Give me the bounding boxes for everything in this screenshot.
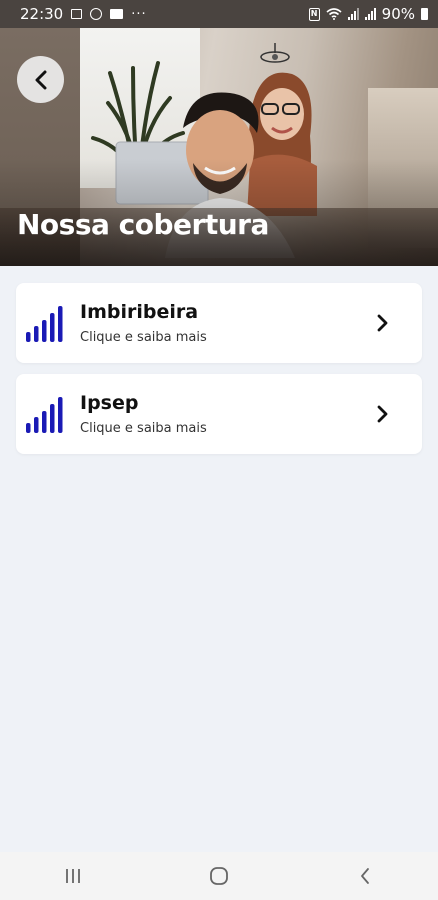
chevron-right-icon bbox=[377, 314, 388, 332]
coverage-item-subtitle: Clique e saiba mais bbox=[80, 330, 207, 345]
signal-icon bbox=[347, 8, 359, 20]
system-nav-bar bbox=[0, 852, 438, 900]
status-left: 22:30 ··· bbox=[20, 5, 147, 23]
recent-apps-icon bbox=[66, 869, 80, 883]
gallery-icon bbox=[71, 9, 83, 19]
home-icon bbox=[210, 867, 228, 885]
signal-icon bbox=[364, 8, 376, 20]
whatsapp-icon bbox=[90, 8, 103, 20]
nfc-icon: N bbox=[308, 7, 320, 21]
back-button[interactable] bbox=[17, 56, 64, 103]
coverage-item-title: Imbiribeira bbox=[80, 301, 199, 323]
wifi-icon bbox=[326, 8, 342, 20]
coverage-item-title: Ipsep bbox=[80, 392, 139, 414]
coverage-item-imbiribeira[interactable]: Imbiribeira Clique e saiba mais bbox=[16, 283, 422, 363]
system-back-button[interactable] bbox=[345, 856, 385, 896]
chevron-left-icon bbox=[35, 70, 46, 89]
chevron-right-icon bbox=[377, 405, 388, 423]
battery-icon bbox=[421, 8, 428, 20]
status-right: N 90% bbox=[308, 5, 428, 23]
page-title: Nossa cobertura bbox=[17, 208, 269, 241]
hero-banner: Nossa cobertura bbox=[0, 28, 438, 266]
more-dots-icon: ··· bbox=[131, 6, 147, 22]
home-button[interactable] bbox=[199, 856, 239, 896]
signal-bars-icon bbox=[26, 306, 63, 342]
coverage-item-subtitle: Clique e saiba mais bbox=[80, 421, 207, 436]
battery-percent: 90% bbox=[381, 5, 415, 23]
status-bar: 22:30 ··· N 90% bbox=[0, 0, 438, 28]
coverage-item-ipsep[interactable]: Ipsep Clique e saiba mais bbox=[16, 374, 422, 454]
coverage-list: Imbiribeira Clique e saiba mais Ipsep Cl… bbox=[16, 283, 422, 465]
signal-bars-icon bbox=[26, 397, 63, 433]
message-icon bbox=[110, 9, 124, 19]
back-icon bbox=[361, 868, 369, 884]
recent-apps-button[interactable] bbox=[53, 856, 93, 896]
status-time: 22:30 bbox=[20, 5, 64, 23]
